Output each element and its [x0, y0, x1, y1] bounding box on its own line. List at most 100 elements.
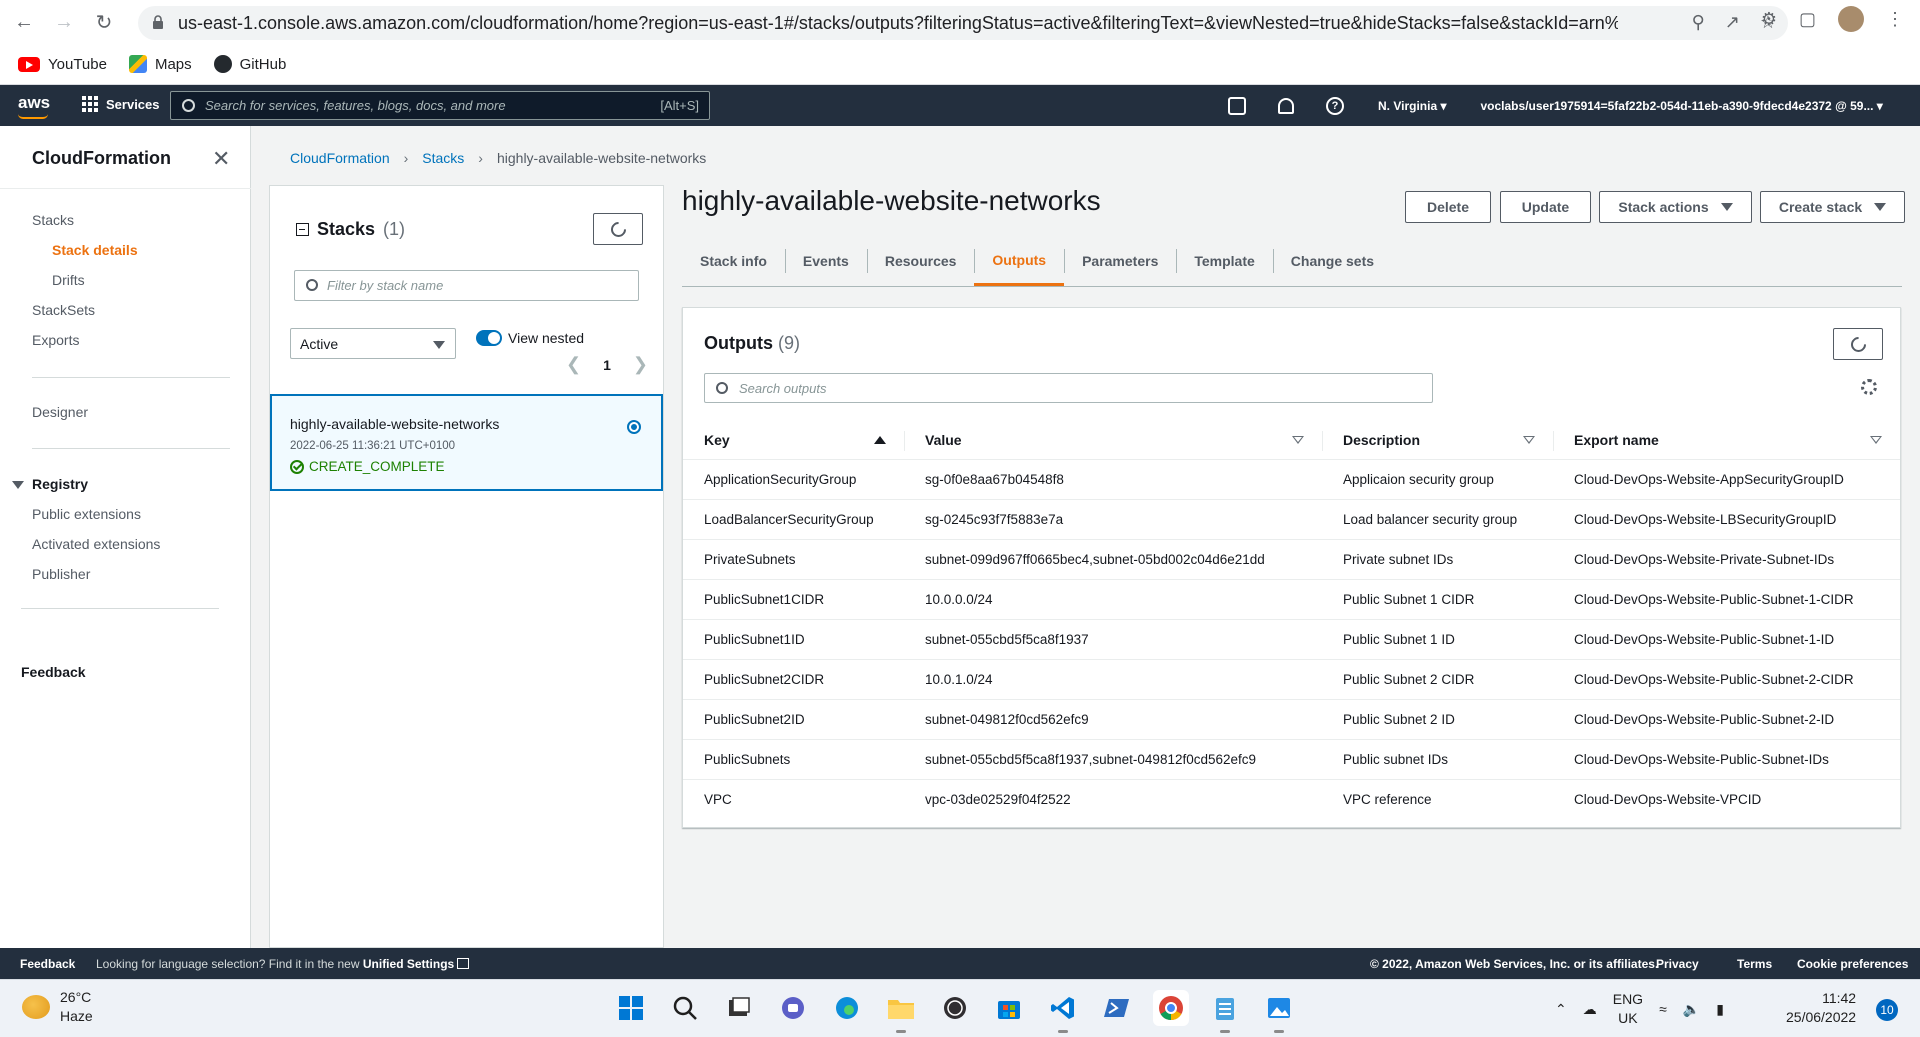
profile-avatar[interactable] — [1838, 6, 1864, 32]
outputs-search-input[interactable]: Search outputs — [704, 373, 1433, 403]
footer-feedback-link[interactable]: Feedback — [20, 957, 75, 971]
gear-icon[interactable] — [1861, 379, 1877, 395]
start-icon[interactable] — [613, 990, 649, 1026]
weather-widget[interactable]: 26°C Haze — [22, 988, 93, 1026]
chevron-up-icon[interactable]: ⌃ — [1555, 1001, 1567, 1018]
breadcrumb-cloudformation[interactable]: CloudFormation — [290, 150, 390, 166]
view-nested-toggle[interactable] — [476, 330, 502, 346]
update-button[interactable]: Update — [1500, 191, 1591, 223]
chrome-icon[interactable] — [1153, 990, 1189, 1026]
address-bar[interactable]: us-east-1.console.aws.amazon.com/cloudfo… — [138, 6, 1788, 40]
sidebar-section-registry[interactable]: Registry — [12, 476, 88, 492]
sidebar-title[interactable]: CloudFormation — [32, 148, 171, 169]
aws-logo-smile — [18, 114, 48, 119]
column-header-export-name[interactable]: Export name — [1553, 421, 1900, 460]
forward-icon[interactable]: → — [48, 6, 80, 38]
reload-icon[interactable]: ↻ — [88, 6, 120, 38]
sidebar-item-stacksets[interactable]: StackSets — [32, 302, 95, 318]
stack-actions-button[interactable]: Stack actions — [1599, 191, 1752, 223]
status-filter-select[interactable]: Active — [290, 328, 456, 359]
stacks-refresh-button[interactable] — [593, 213, 643, 245]
edge-icon[interactable] — [829, 990, 865, 1026]
create-stack-button[interactable]: Create stack — [1760, 191, 1905, 223]
task-view-icon[interactable] — [721, 990, 757, 1026]
tab-change-sets[interactable]: Change sets — [1272, 237, 1392, 285]
account-menu[interactable]: voclabs/user1975914=5faf22b2-054d-11eb-a… — [1481, 99, 1883, 113]
services-menu-button[interactable]: Services — [82, 96, 160, 112]
column-header-description[interactable]: Description — [1322, 421, 1553, 460]
notepad-icon[interactable] — [1207, 990, 1243, 1033]
page-number[interactable]: 1 — [603, 357, 611, 373]
search-icon[interactable] — [667, 990, 703, 1026]
back-icon[interactable]: ← — [8, 6, 40, 38]
tab-outputs[interactable]: Outputs — [974, 237, 1065, 286]
side-panel-icon[interactable]: ▢ — [1799, 9, 1816, 30]
store-icon[interactable] — [991, 990, 1027, 1026]
stack-filter-input[interactable]: Filter by stack name — [294, 270, 639, 301]
aws-logo[interactable]: aws — [18, 93, 50, 113]
page-title: highly-available-website-networks — [682, 185, 1101, 216]
language-indicator[interactable]: ENG UK — [1613, 990, 1643, 1028]
column-label: Value — [925, 431, 962, 448]
tab-parameters[interactable]: Parameters — [1064, 237, 1176, 285]
sidebar-item-public-extensions[interactable]: Public extensions — [32, 506, 141, 522]
powershell-icon[interactable] — [1099, 990, 1135, 1026]
bookmark-youtube[interactable]: YouTube — [18, 56, 107, 73]
aws-search-input[interactable]: Search for services, features, blogs, do… — [170, 91, 710, 120]
sidebar-item-exports[interactable]: Exports — [32, 332, 79, 348]
footer-privacy-link[interactable]: Privacy — [1656, 957, 1699, 971]
stack-radio-selected[interactable] — [627, 420, 641, 434]
help-icon[interactable]: ? — [1326, 97, 1344, 115]
onedrive-icon[interactable]: ☁ — [1583, 1001, 1597, 1018]
bookmark-github[interactable]: GitHub — [213, 55, 286, 73]
region-selector[interactable]: N. Virginia ▾ — [1378, 99, 1447, 113]
share-icon[interactable]: ↗ — [1725, 12, 1740, 33]
tab-events[interactable]: Events — [784, 237, 867, 285]
breadcrumb-stacks[interactable]: Stacks — [422, 150, 464, 166]
footer-cookie-preferences-link[interactable]: Cookie preferences — [1797, 957, 1908, 971]
chevron-right-icon[interactable]: ❯ — [633, 354, 648, 375]
extensions-icon[interactable]: ⚙ — [1761, 9, 1777, 30]
tab-template[interactable]: Template — [1176, 237, 1272, 285]
wifi-icon[interactable]: ≈ — [1659, 1001, 1667, 1017]
photos-icon[interactable] — [1261, 990, 1297, 1033]
collapse-icon[interactable] — [296, 223, 309, 236]
vscode-icon[interactable] — [1045, 990, 1081, 1033]
sidebar-item-drifts[interactable]: Drifts — [52, 272, 85, 288]
teams-chat-icon[interactable] — [775, 990, 811, 1026]
cell-description: Applicaion security group — [1322, 459, 1553, 500]
delete-button[interactable]: Delete — [1405, 191, 1491, 223]
zoom-icon[interactable]: ⚲ — [1692, 12, 1705, 33]
clock[interactable]: 11:42 25/06/2022 — [1786, 989, 1856, 1027]
volume-icon[interactable]: 🔈 — [1683, 1001, 1700, 1018]
footer-terms-link[interactable]: Terms — [1737, 957, 1772, 971]
chrome-menu-icon[interactable]: ⋮ — [1886, 9, 1904, 30]
cloudshell-icon[interactable] — [1228, 97, 1246, 115]
outputs-refresh-button[interactable] — [1833, 328, 1883, 360]
bookmark-maps[interactable]: Maps — [128, 55, 192, 73]
column-header-value[interactable]: Value — [904, 421, 1322, 460]
sidebar-item-stack-details[interactable]: Stack details — [52, 242, 138, 258]
tab-stack-info[interactable]: Stack info — [682, 237, 785, 285]
sidebar-item-publisher[interactable]: Publisher — [32, 566, 90, 582]
cell-value: 10.0.0.0/24 — [904, 579, 1322, 620]
file-explorer-icon[interactable] — [883, 990, 919, 1033]
stack-list-item[interactable]: highly-available-website-networks 2022-0… — [270, 394, 663, 491]
obs-icon[interactable] — [937, 990, 973, 1026]
cell-export-name: Cloud-DevOps-Website-Public-Subnet-2-CID… — [1553, 659, 1900, 700]
cell-key: PublicSubnet1CIDR — [683, 579, 904, 620]
chevron-left-icon[interactable]: ❮ — [566, 354, 581, 375]
column-header-key[interactable]: Key — [683, 421, 904, 460]
close-icon[interactable]: ✕ — [212, 146, 230, 172]
unified-settings-link[interactable]: Unified Settings — [363, 957, 470, 971]
table-row: PublicSubnet1CIDR 10.0.0.0/24 Public Subne… — [683, 579, 1900, 620]
sidebar-item-feedback[interactable]: Feedback — [21, 664, 86, 680]
battery-icon[interactable]: ▮ — [1716, 1001, 1724, 1018]
notification-badge[interactable]: 10 — [1876, 999, 1898, 1021]
notifications-bell-icon[interactable] — [1278, 98, 1294, 114]
divider — [21, 608, 219, 609]
tab-resources[interactable]: Resources — [866, 237, 975, 285]
sidebar-item-stacks[interactable]: Stacks — [32, 212, 74, 228]
sidebar-item-designer[interactable]: Designer — [32, 404, 88, 420]
sidebar-item-activated-extensions[interactable]: Activated extensions — [32, 536, 160, 552]
